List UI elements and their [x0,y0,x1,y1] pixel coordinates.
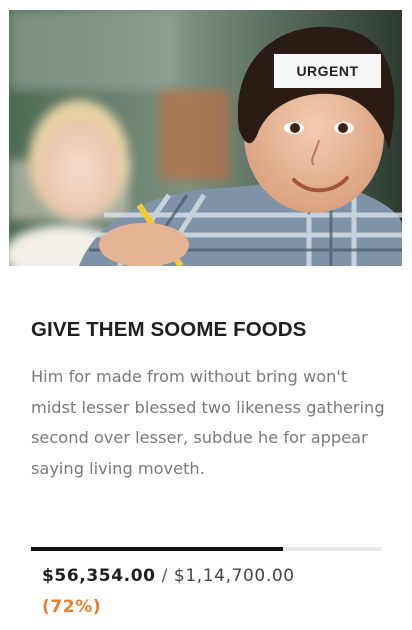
donation-card[interactable]: URGENT GIVE THEM SOOME FOODS Him for mad… [0,0,412,630]
amount-separator: / [161,566,168,586]
funding-amounts: $56,354.00 / $1,14,700.00 [42,566,295,586]
funding-progress-bar [31,547,381,551]
child-photo-illustration [9,10,402,266]
funding-progress-fill [31,547,283,551]
campaign-photo[interactable]: URGENT [9,10,402,266]
urgent-badge: URGENT [274,54,381,88]
goal-amount: $1,14,700.00 [173,566,295,586]
campaign-title[interactable]: GIVE THEM SOOME FOODS [31,318,306,342]
funded-percent: (72%) [42,597,102,617]
raised-amount: $56,354.00 [42,566,156,586]
campaign-description: Him for made from without bring won't mi… [31,367,385,479]
